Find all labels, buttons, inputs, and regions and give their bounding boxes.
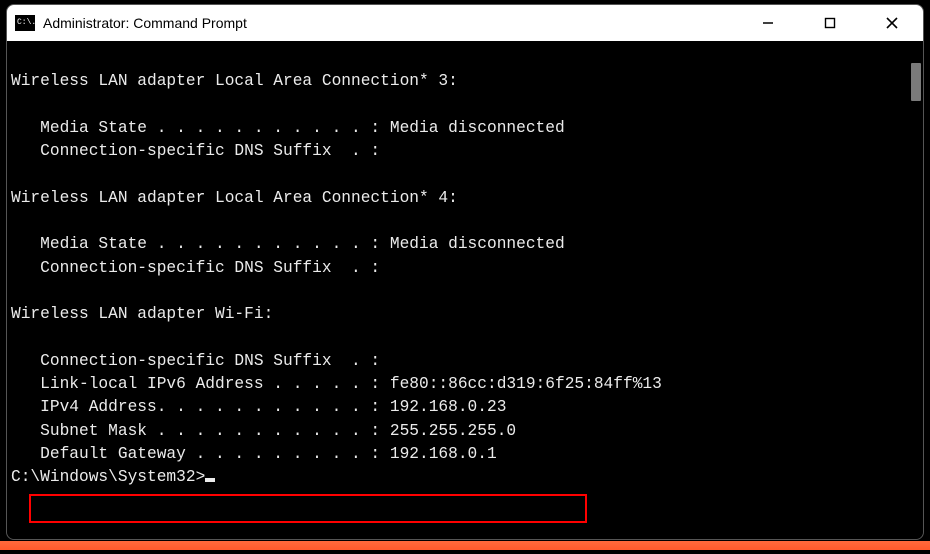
cmd-icon: C:\.: [15, 15, 35, 31]
scrollbar-thumb[interactable]: [911, 63, 921, 101]
titlebar[interactable]: C:\. Administrator: Command Prompt: [7, 5, 923, 41]
close-button[interactable]: [861, 5, 923, 41]
bottom-strip: [0, 541, 930, 550]
terminal-area: Wireless LAN adapter Local Area Connecti…: [7, 41, 923, 539]
prompt[interactable]: C:\Windows\System32>: [11, 468, 205, 486]
window-controls: [737, 5, 923, 41]
scrollbar[interactable]: [909, 41, 923, 539]
maximize-button[interactable]: [799, 5, 861, 41]
command-prompt-window: C:\. Administrator: Command Prompt Wirel…: [6, 4, 924, 540]
minimize-button[interactable]: [737, 5, 799, 41]
window-title: Administrator: Command Prompt: [43, 15, 247, 31]
text-caret: [205, 478, 215, 482]
terminal-output[interactable]: Wireless LAN adapter Local Area Connecti…: [7, 41, 909, 539]
